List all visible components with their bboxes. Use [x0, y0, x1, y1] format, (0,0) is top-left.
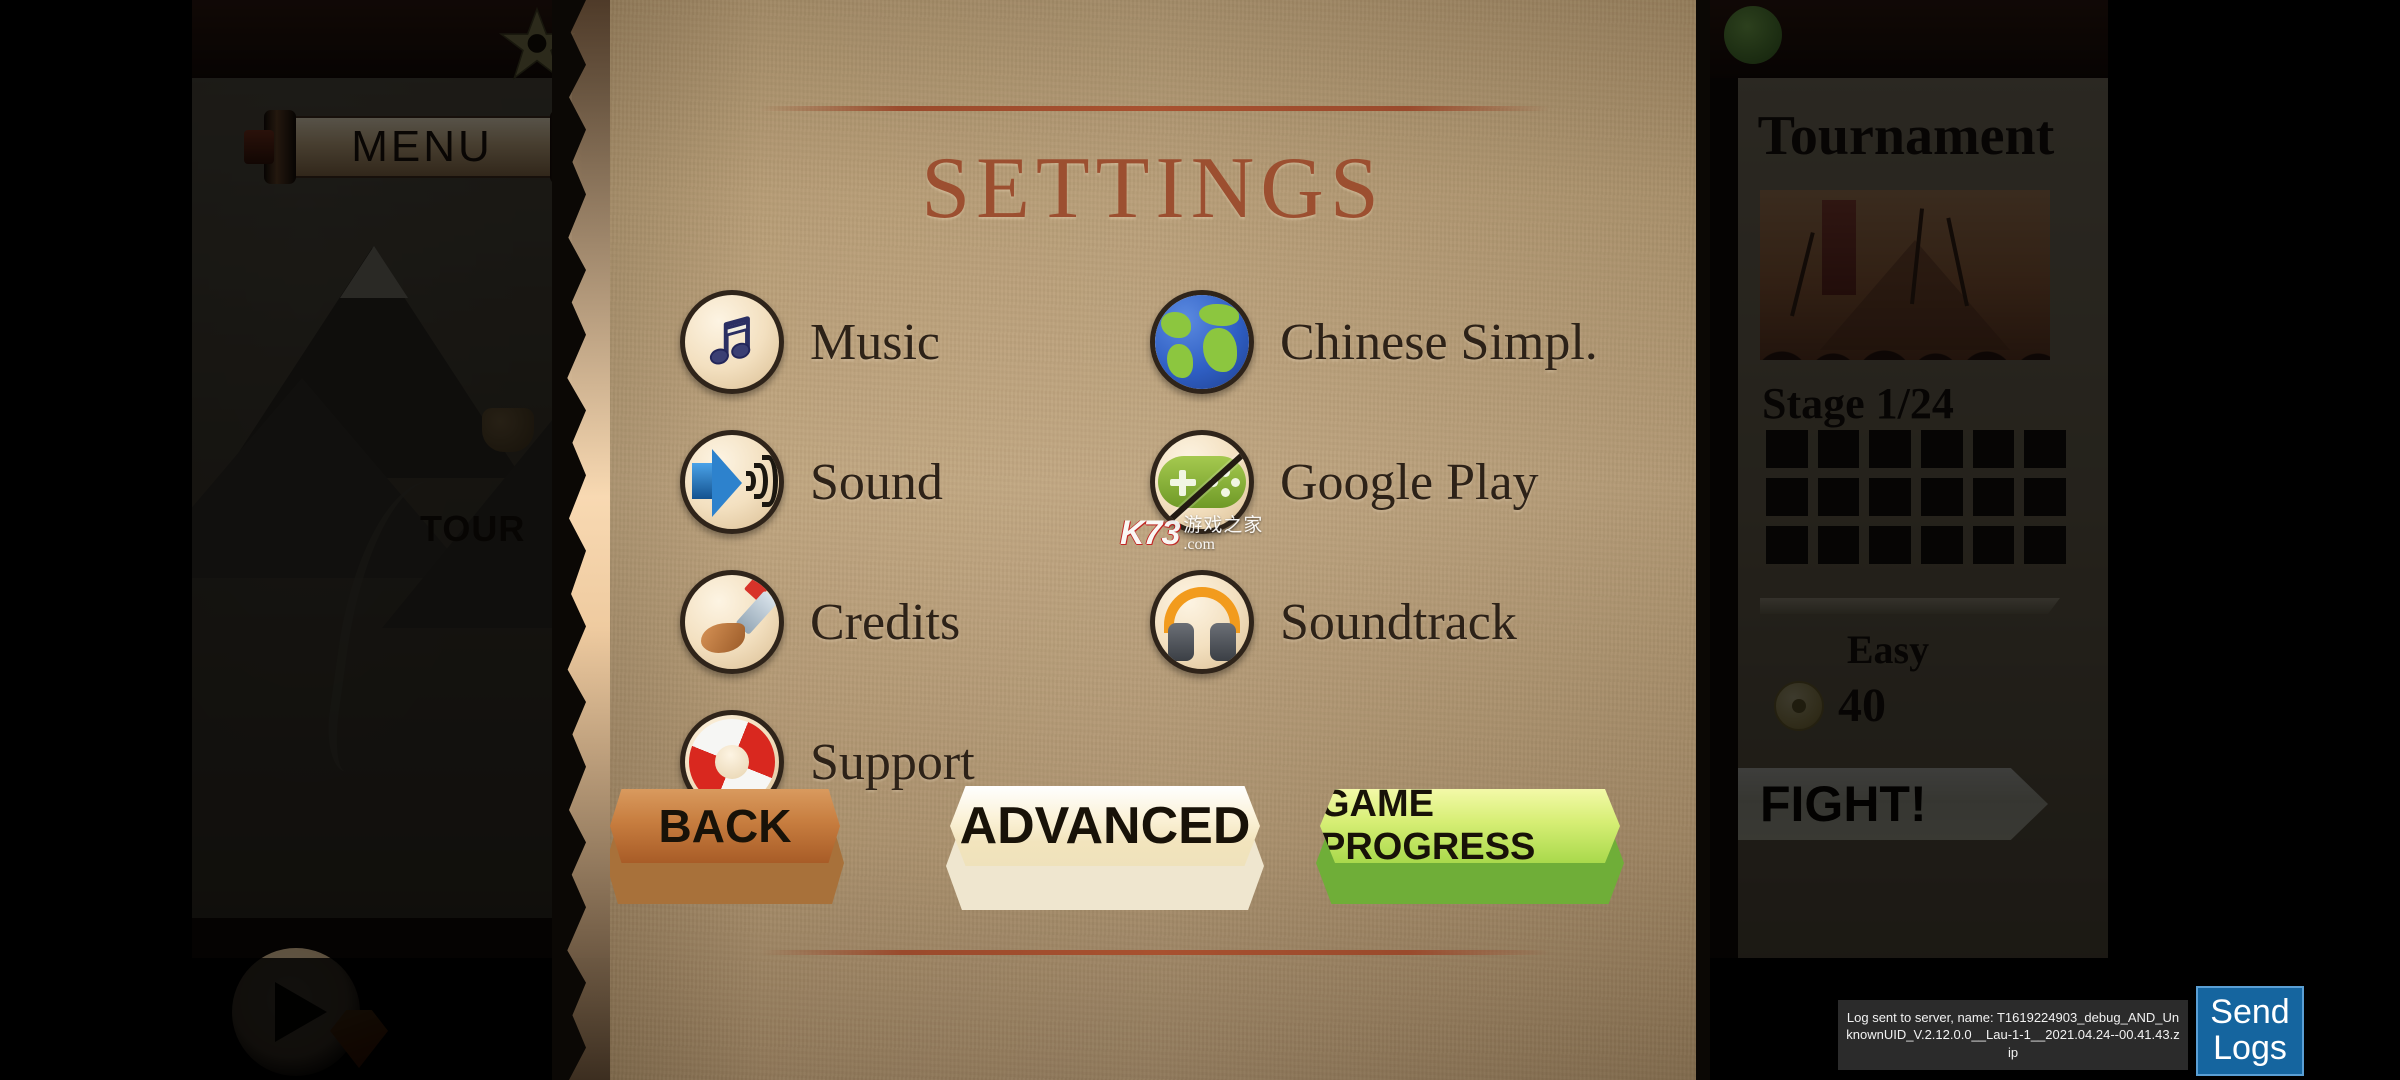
setting-label: Chinese Simpl. — [1280, 313, 1598, 371]
setting-label: Google Play — [1280, 453, 1539, 511]
settings-column-right: Chinese Simpl. Google Play Soundtrack — [1150, 272, 1598, 692]
setting-item-sound[interactable]: Sound — [680, 412, 975, 552]
setting-label: Credits — [810, 593, 961, 651]
site-watermark: K73 游戏之家 .com — [1120, 514, 1263, 553]
headphones-icon — [1150, 570, 1254, 674]
setting-label: Sound — [810, 453, 943, 511]
setting-label: Soundtrack — [1280, 593, 1517, 651]
back-button[interactable]: BACK — [610, 789, 840, 863]
advanced-button[interactable]: ADVANCED — [950, 786, 1260, 866]
game-screen: TOUR MENU Tournament — [0, 0, 2400, 1080]
send-logs-line2: Logs — [2213, 1029, 2287, 1067]
setting-label: Music — [810, 313, 940, 371]
right-letterbox — [2108, 0, 2400, 1080]
log-toast-message: Log sent to server, name: T1619224903_de… — [1838, 1000, 2188, 1070]
watermark-brand: K73 — [1120, 514, 1180, 552]
setting-item-soundtrack[interactable]: Soundtrack — [1150, 552, 1598, 692]
globe-icon — [1150, 290, 1254, 394]
setting-item-credits[interactable]: Credits — [680, 552, 975, 692]
music-note-icon — [680, 290, 784, 394]
divider-top — [760, 106, 1550, 111]
setting-label: Support — [810, 733, 975, 791]
page-title: SETTINGS — [921, 140, 1385, 237]
setting-item-music[interactable]: Music — [680, 272, 975, 412]
settings-column-left: Music Sound Credits Support — [680, 272, 975, 832]
divider-bottom — [760, 950, 1550, 955]
watermark-domain: .com — [1183, 536, 1215, 553]
setting-item-language[interactable]: Chinese Simpl. — [1150, 272, 1598, 412]
paintbrush-icon — [680, 570, 784, 674]
game-progress-button[interactable]: GAME PROGRESS — [1320, 789, 1620, 863]
send-logs-button[interactable]: Send Logs — [2196, 986, 2304, 1076]
left-letterbox — [0, 0, 192, 1080]
send-logs-line1: Send — [2210, 993, 2290, 1032]
watermark-chinese: 游戏之家 — [1183, 515, 1264, 536]
speaker-icon — [680, 430, 784, 534]
